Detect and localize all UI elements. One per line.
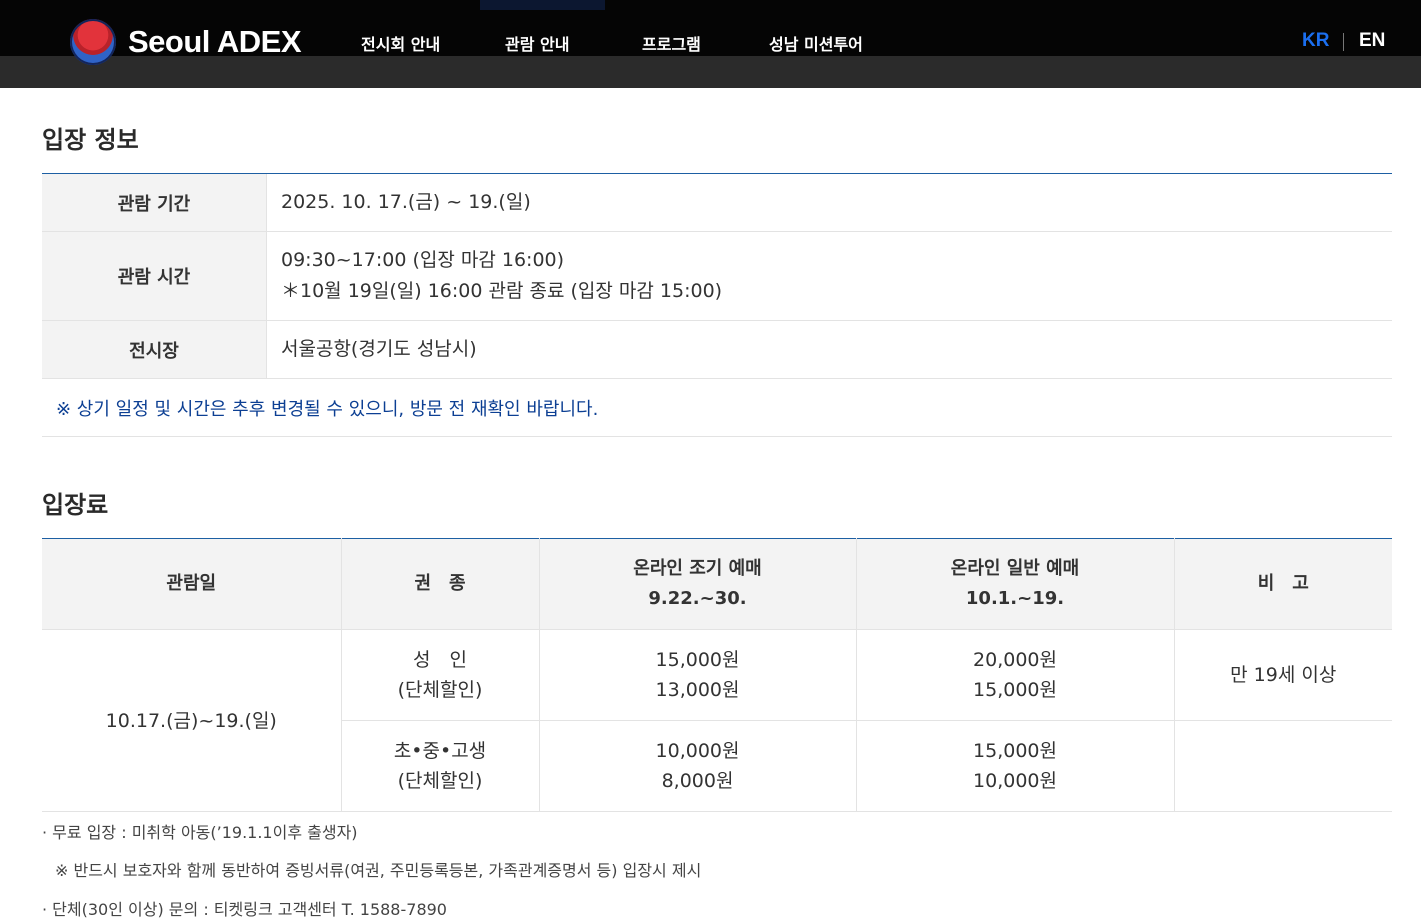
cell-line: 15,000원 — [973, 679, 1057, 701]
cell-line: 성 인 — [413, 649, 467, 671]
info-label: 관람 기간 — [42, 174, 267, 231]
lang-en-button[interactable]: EN — [1359, 30, 1385, 52]
admission-fee-title: 입장료 — [42, 491, 109, 519]
info-value-line: 09:30~17:00 (입장 마감 16:00) — [281, 249, 565, 271]
info-row-period: 관람 기간 2025. 10. 17.(금) ~ 19.(일) — [42, 174, 1392, 232]
cell-line: 8,000원 — [661, 770, 734, 792]
visit-date-cell: 10.17.(금)~19.(일) — [42, 629, 342, 812]
cell-line: 15,000원 — [655, 649, 740, 671]
logo[interactable]: Seoul ADEX — [70, 19, 302, 65]
header-line: 온라인 일반 예매 — [950, 558, 1080, 579]
header-visit-date: 관람일 — [42, 538, 342, 630]
remarks-cell: 만 19세 이상 — [1174, 629, 1392, 721]
header-general-booking: 온라인 일반 예매 10.1.~19. — [856, 538, 1175, 630]
remarks-cell — [1174, 720, 1392, 812]
cell-line: 13,000원 — [655, 679, 740, 701]
schedule-notice: ※ 상기 일정 및 시간은 추후 변경될 수 있으니, 방문 전 재확인 바랍니… — [42, 379, 1392, 437]
group-inquiry-note: · 단체(30인 이상) 문의 : 티켓링크 고객센터 T. 1588-7890 — [42, 900, 447, 919]
info-label: 관람 시간 — [42, 232, 267, 320]
globe-emblem-icon — [70, 19, 116, 65]
header-remarks: 비 고 — [1174, 538, 1392, 630]
header-line: 온라인 조기 예매 — [633, 558, 762, 579]
cell-line: 10,000원 — [655, 740, 740, 762]
cell-line: 15,000원 — [973, 740, 1057, 762]
lang-kr-button[interactable]: KR — [1302, 30, 1329, 52]
ticket-type-cell: 초•중•고생 (단체할인) — [341, 720, 540, 812]
fee-header-row: 관람일 권 종 온라인 조기 예매 9.22.~30. 온라인 일반 예매 10… — [42, 538, 1392, 630]
guardian-document-note: ※ 반드시 보호자와 함께 동반하여 증빙서류(여권, 주민등록등본, 가족관계… — [55, 861, 702, 880]
header-line: 10.1.~19. — [965, 588, 1065, 609]
lang-divider — [1343, 33, 1344, 51]
cell-line: 초•중•고생 — [393, 740, 487, 762]
info-value-line: 서울공항(경기도 성남시) — [281, 338, 477, 360]
early-price-cell: 15,000원 13,000원 — [539, 629, 857, 721]
header-accent — [480, 0, 605, 10]
admission-info-title: 입장 정보 — [42, 126, 139, 154]
nav-visitor-info[interactable]: 관람 안내 — [505, 31, 569, 55]
cell-line: 20,000원 — [973, 649, 1057, 671]
info-value: 09:30~17:00 (입장 마감 16:00) ＊10월 19일(일) 16… — [267, 232, 1392, 320]
general-price-cell: 15,000원 10,000원 — [856, 720, 1175, 812]
info-row-venue: 전시장 서울공항(경기도 성남시) — [42, 321, 1392, 379]
info-value: 2025. 10. 17.(금) ~ 19.(일) — [267, 174, 1392, 231]
nav-seongnam-mission-tour[interactable]: 성남 미션투어 — [769, 31, 863, 55]
nav-program[interactable]: 프로그램 — [642, 31, 701, 55]
info-value-line: 2025. 10. 17.(금) ~ 19.(일) — [281, 191, 531, 213]
header-line: 9.22.~30. — [648, 588, 747, 609]
admission-info-table: 관람 기간 2025. 10. 17.(금) ~ 19.(일) 관람 시간 09… — [42, 173, 1392, 437]
general-price-cell: 20,000원 15,000원 — [856, 629, 1175, 721]
ticket-type-cell: 성 인 (단체할인) — [341, 629, 540, 721]
admission-fee-table: 관람일 권 종 온라인 조기 예매 9.22.~30. 온라인 일반 예매 10… — [42, 538, 1392, 812]
header-early-booking: 온라인 조기 예매 9.22.~30. — [539, 538, 857, 630]
info-label: 전시장 — [42, 321, 267, 378]
table-row: 10.17.(금)~19.(일) 성 인 (단체할인) 15,000원 13,0… — [42, 629, 1392, 812]
logo-text: Seoul ADEX — [128, 24, 302, 59]
cell-line: 10,000원 — [973, 770, 1057, 792]
nav-exhibition-info[interactable]: 전시회 안내 — [361, 31, 440, 55]
info-row-hours: 관람 시간 09:30~17:00 (입장 마감 16:00) ＊10월 19일… — [42, 232, 1392, 321]
cell-line: (단체할인) — [397, 770, 483, 792]
header-ticket-type: 권 종 — [341, 538, 540, 630]
cell-line: (단체할인) — [397, 679, 483, 701]
free-admission-note: · 무료 입장 : 미취학 아동(’19.1.1이후 출생자) — [42, 823, 358, 842]
info-value-line: ＊10월 19일(일) 16:00 관람 종료 (입장 마감 15:00) — [281, 280, 723, 302]
info-value: 서울공항(경기도 성남시) — [267, 321, 1392, 378]
site-header: Seoul ADEX 전시회 안내 관람 안내 프로그램 성남 미션투어 KR … — [0, 0, 1421, 88]
early-price-cell: 10,000원 8,000원 — [539, 720, 857, 812]
